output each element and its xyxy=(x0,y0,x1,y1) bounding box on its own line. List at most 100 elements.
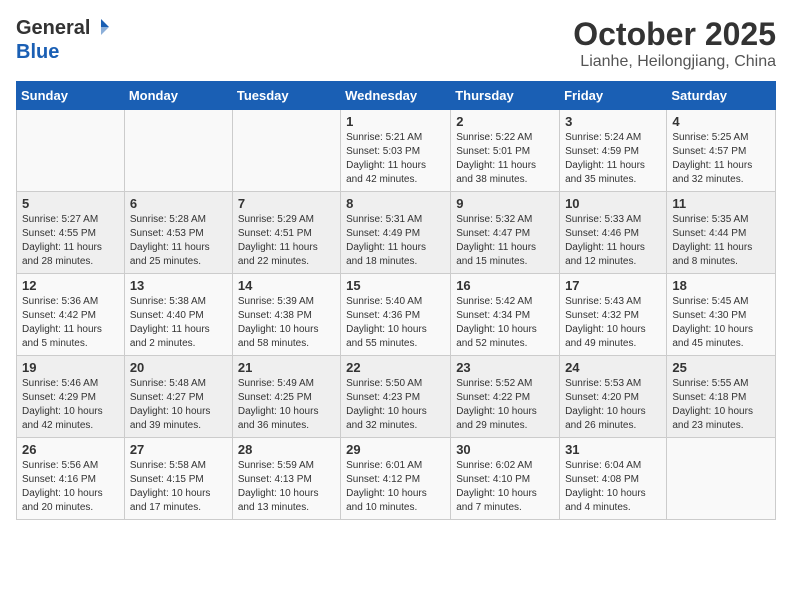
calendar-day-7: 7 Sunrise: 5:29 AM Sunset: 4:51 PM Daylig… xyxy=(232,192,340,274)
day-number: 31 xyxy=(565,442,661,457)
day-number: 14 xyxy=(238,278,335,293)
calendar-day-23: 23 Sunrise: 5:52 AM Sunset: 4:22 PM Dayli… xyxy=(451,356,560,438)
calendar-day-30: 30 Sunrise: 6:02 AM Sunset: 4:10 PM Dayli… xyxy=(451,438,560,520)
day-info: Sunrise: 5:29 AM Sunset: 4:51 PM Dayligh… xyxy=(238,213,335,269)
day-number: 9 xyxy=(456,196,554,211)
day-info: Sunrise: 6:01 AM Sunset: 4:12 PM Dayligh… xyxy=(346,459,445,515)
day-number: 11 xyxy=(672,196,770,211)
calendar-day-17: 17 Sunrise: 5:43 AM Sunset: 4:32 PM Dayli… xyxy=(560,274,667,356)
day-number: 3 xyxy=(565,114,661,129)
calendar-empty-cell xyxy=(667,438,776,520)
day-info: Sunrise: 5:33 AM Sunset: 4:46 PM Dayligh… xyxy=(565,213,661,269)
logo-flag-icon xyxy=(92,18,110,41)
calendar-table: SundayMondayTuesdayWednesdayThursdayFrid… xyxy=(16,81,776,520)
day-info: Sunrise: 5:36 AM Sunset: 4:42 PM Dayligh… xyxy=(22,295,119,351)
day-info: Sunrise: 5:50 AM Sunset: 4:23 PM Dayligh… xyxy=(346,377,445,433)
calendar-day-18: 18Sunrise: 5:45 AM Sunset: 4:30 PM Dayli… xyxy=(667,274,776,356)
day-info: Sunrise: 5:58 AM Sunset: 4:15 PM Dayligh… xyxy=(130,459,227,515)
day-info: Sunrise: 5:46 AM Sunset: 4:29 PM Dayligh… xyxy=(22,377,119,433)
day-info: Sunrise: 5:31 AM Sunset: 4:49 PM Dayligh… xyxy=(346,213,445,269)
calendar-day-10: 10 Sunrise: 5:33 AM Sunset: 4:46 PM Dayli… xyxy=(560,192,667,274)
calendar-day-3: 3 Sunrise: 5:24 AM Sunset: 4:59 PM Daylig… xyxy=(560,110,667,192)
weekday-header-tuesday: Tuesday xyxy=(232,82,340,110)
day-number: 20 xyxy=(130,360,227,375)
day-info: Sunrise: 5:22 AM Sunset: 5:01 PM Dayligh… xyxy=(456,131,554,187)
day-number: 13 xyxy=(130,278,227,293)
day-info: Sunrise: 5:21 AM Sunset: 5:03 PM Dayligh… xyxy=(346,131,445,187)
day-info: Sunrise: 5:59 AM Sunset: 4:13 PM Dayligh… xyxy=(238,459,335,515)
day-info: Sunrise: 5:52 AM Sunset: 4:22 PM Dayligh… xyxy=(456,377,554,433)
logo-general-text: General xyxy=(16,17,90,40)
calendar-day-13: 13 Sunrise: 5:38 AM Sunset: 4:40 PM Dayli… xyxy=(124,274,232,356)
calendar-day-1: 1 Sunrise: 5:21 AM Sunset: 5:03 PM Daylig… xyxy=(341,110,451,192)
calendar-day-19: 19Sunrise: 5:46 AM Sunset: 4:29 PM Dayli… xyxy=(17,356,125,438)
calendar-day-2: 2 Sunrise: 5:22 AM Sunset: 5:01 PM Daylig… xyxy=(451,110,560,192)
calendar-empty-cell xyxy=(17,110,125,192)
day-info: Sunrise: 5:35 AM Sunset: 4:44 PM Dayligh… xyxy=(672,213,770,269)
calendar-day-16: 16 Sunrise: 5:42 AM Sunset: 4:34 PM Dayli… xyxy=(451,274,560,356)
calendar-day-29: 29 Sunrise: 6:01 AM Sunset: 4:12 PM Dayli… xyxy=(341,438,451,520)
calendar-day-5: 5 Sunrise: 5:27 AM Sunset: 4:55 PM Daylig… xyxy=(17,192,125,274)
weekday-header-saturday: Saturday xyxy=(667,82,776,110)
day-info: Sunrise: 5:42 AM Sunset: 4:34 PM Dayligh… xyxy=(456,295,554,351)
calendar-empty-cell xyxy=(124,110,232,192)
weekday-header-monday: Monday xyxy=(124,82,232,110)
day-number: 29 xyxy=(346,442,445,457)
day-info: Sunrise: 6:04 AM Sunset: 4:08 PM Dayligh… xyxy=(565,459,661,515)
day-number: 10 xyxy=(565,196,661,211)
weekday-header-sunday: Sunday xyxy=(17,82,125,110)
day-number: 21 xyxy=(238,360,335,375)
calendar-week-row: 19Sunrise: 5:46 AM Sunset: 4:29 PM Dayli… xyxy=(17,356,776,438)
day-info: Sunrise: 5:24 AM Sunset: 4:59 PM Dayligh… xyxy=(565,131,661,187)
weekday-header-friday: Friday xyxy=(560,82,667,110)
day-number: 16 xyxy=(456,278,554,293)
day-number: 17 xyxy=(565,278,661,293)
day-number: 8 xyxy=(346,196,445,211)
day-info: Sunrise: 5:48 AM Sunset: 4:27 PM Dayligh… xyxy=(130,377,227,433)
calendar-day-9: 9Sunrise: 5:32 AM Sunset: 4:47 PM Daylig… xyxy=(451,192,560,274)
day-info: Sunrise: 6:02 AM Sunset: 4:10 PM Dayligh… xyxy=(456,459,554,515)
day-info: Sunrise: 5:43 AM Sunset: 4:32 PM Dayligh… xyxy=(565,295,661,351)
day-info: Sunrise: 5:40 AM Sunset: 4:36 PM Dayligh… xyxy=(346,295,445,351)
calendar-day-20: 20 Sunrise: 5:48 AM Sunset: 4:27 PM Dayli… xyxy=(124,356,232,438)
day-info: Sunrise: 5:53 AM Sunset: 4:20 PM Dayligh… xyxy=(565,377,661,433)
day-number: 27 xyxy=(130,442,227,457)
day-number: 12 xyxy=(22,278,119,293)
day-info: Sunrise: 5:38 AM Sunset: 4:40 PM Dayligh… xyxy=(130,295,227,351)
calendar-day-27: 27 Sunrise: 5:58 AM Sunset: 4:15 PM Dayli… xyxy=(124,438,232,520)
calendar-week-row: 12 Sunrise: 5:36 AM Sunset: 4:42 PM Dayli… xyxy=(17,274,776,356)
day-number: 5 xyxy=(22,196,119,211)
day-number: 28 xyxy=(238,442,335,457)
day-info: Sunrise: 5:56 AM Sunset: 4:16 PM Dayligh… xyxy=(22,459,119,515)
day-number: 6 xyxy=(130,196,227,211)
weekday-header-wednesday: Wednesday xyxy=(341,82,451,110)
calendar-day-28: 28 Sunrise: 5:59 AM Sunset: 4:13 PM Dayli… xyxy=(232,438,340,520)
day-number: 22 xyxy=(346,360,445,375)
calendar-week-row: 5 Sunrise: 5:27 AM Sunset: 4:55 PM Daylig… xyxy=(17,192,776,274)
day-number: 7 xyxy=(238,196,335,211)
day-number: 1 xyxy=(346,114,445,129)
day-number: 2 xyxy=(456,114,554,129)
calendar-day-14: 14 Sunrise: 5:39 AM Sunset: 4:38 PM Dayli… xyxy=(232,274,340,356)
day-number: 30 xyxy=(456,442,554,457)
calendar-day-4: 4Sunrise: 5:25 AM Sunset: 4:57 PM Daylig… xyxy=(667,110,776,192)
day-info: Sunrise: 5:39 AM Sunset: 4:38 PM Dayligh… xyxy=(238,295,335,351)
logo: General Blue xyxy=(16,16,110,64)
logo-blue-text: Blue xyxy=(16,41,59,63)
day-info: Sunrise: 5:45 AM Sunset: 4:30 PM Dayligh… xyxy=(672,295,770,351)
calendar-day-11: 11 Sunrise: 5:35 AM Sunset: 4:44 PM Dayli… xyxy=(667,192,776,274)
day-info: Sunrise: 5:25 AM Sunset: 4:57 PM Dayligh… xyxy=(672,131,770,187)
calendar-day-26: 26Sunrise: 5:56 AM Sunset: 4:16 PM Dayli… xyxy=(17,438,125,520)
calendar-day-6: 6Sunrise: 5:28 AM Sunset: 4:53 PM Daylig… xyxy=(124,192,232,274)
calendar-day-24: 24 Sunrise: 5:53 AM Sunset: 4:20 PM Dayli… xyxy=(560,356,667,438)
calendar-week-row: 26Sunrise: 5:56 AM Sunset: 4:16 PM Dayli… xyxy=(17,438,776,520)
title-area: October 2025 Lianhe, Heilongjiang, China xyxy=(573,16,776,71)
calendar-day-31: 31 Sunrise: 6:04 AM Sunset: 4:08 PM Dayli… xyxy=(560,438,667,520)
day-info: Sunrise: 5:27 AM Sunset: 4:55 PM Dayligh… xyxy=(22,213,119,269)
calendar-day-12: 12 Sunrise: 5:36 AM Sunset: 4:42 PM Dayli… xyxy=(17,274,125,356)
day-number: 25 xyxy=(672,360,770,375)
day-number: 24 xyxy=(565,360,661,375)
location-title: Lianhe, Heilongjiang, China xyxy=(573,53,776,71)
day-number: 23 xyxy=(456,360,554,375)
day-info: Sunrise: 5:55 AM Sunset: 4:18 PM Dayligh… xyxy=(672,377,770,433)
